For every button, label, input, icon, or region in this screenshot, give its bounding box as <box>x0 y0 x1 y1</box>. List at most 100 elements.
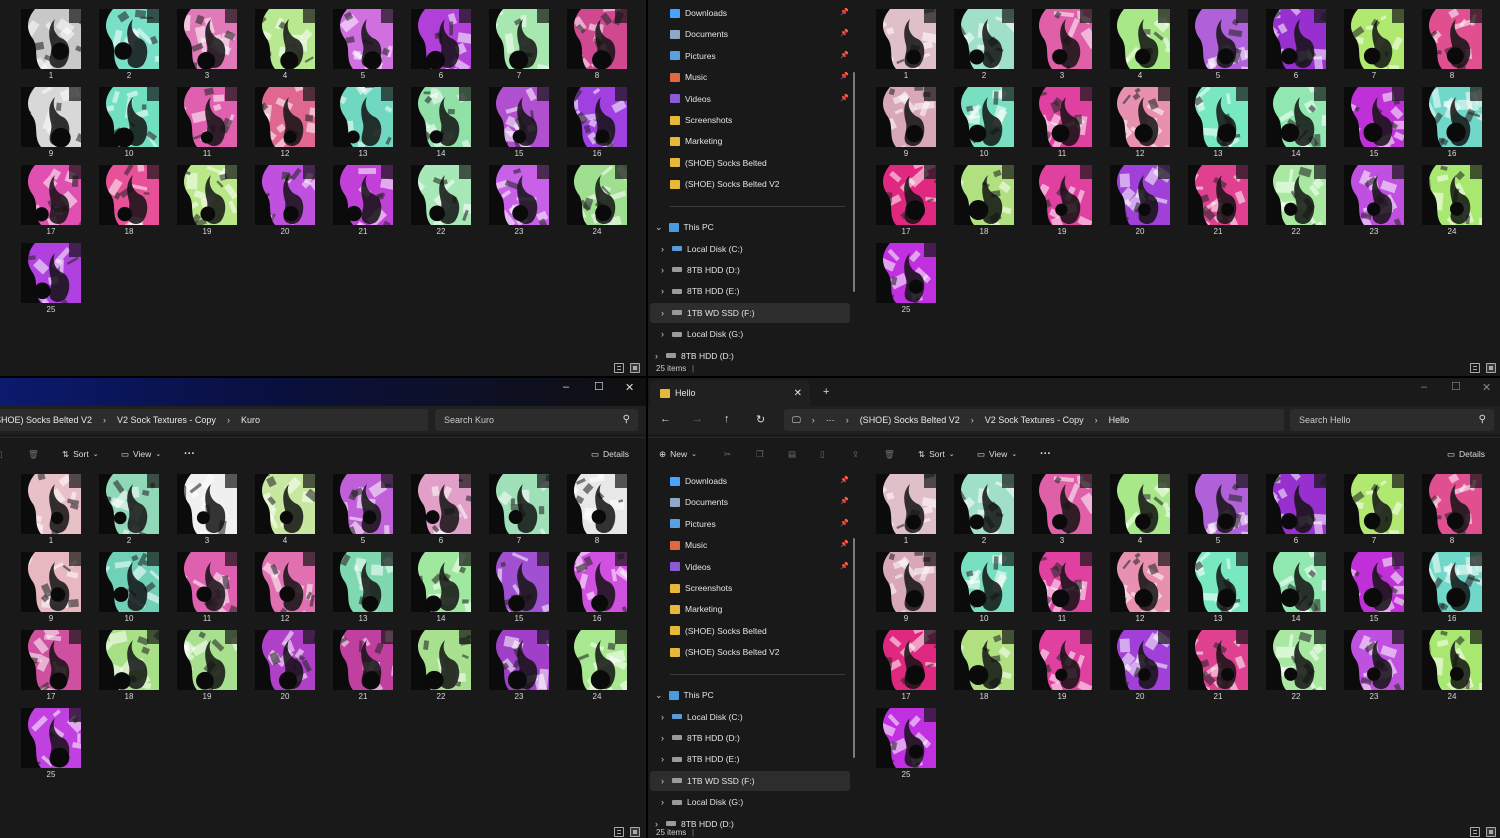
thumbnail-item[interactable]: 25 <box>20 708 82 780</box>
thumbnail-item[interactable]: 19 <box>176 165 238 237</box>
thumbnail-item[interactable]: 17 <box>20 165 82 237</box>
rename-icon[interactable]: ▯ <box>820 438 825 470</box>
thumbnail-item[interactable]: 2 <box>98 9 160 81</box>
thumbnail-item[interactable]: 18 <box>953 165 1015 237</box>
search-input[interactable]: Search Kuro ⚲ <box>435 409 638 431</box>
more-options-button[interactable]: ··· <box>1040 438 1051 470</box>
nav-item-drive[interactable]: › 1TB WD SSD (F:) <box>650 770 850 791</box>
thumbnail-item[interactable]: 13 <box>332 87 394 159</box>
view-button[interactable]: ▭ View ⌄ <box>121 438 161 470</box>
nav-item-screenshots[interactable]: Screenshots <box>650 578 850 598</box>
thumbnail-item[interactable]: 11 <box>1031 87 1093 159</box>
nav-scrollbar[interactable] <box>853 538 855 758</box>
view-button[interactable]: ▭ View ⌄ <box>977 438 1017 470</box>
search-input[interactable]: Search Hello ⚲ <box>1290 409 1494 431</box>
share-icon[interactable]: ⇪ <box>852 438 859 470</box>
nav-item-screenshots[interactable]: Screenshots <box>650 110 850 130</box>
nav-item-shoe-socks-belted-v2[interactable]: (SHOE) Socks Belted V2 <box>650 642 850 662</box>
thumbnail-item[interactable]: 21 <box>1187 165 1249 237</box>
sort-button[interactable]: ⇅ Sort ⌄ <box>62 438 99 470</box>
thumbnail-item[interactable]: 3 <box>1031 9 1093 81</box>
back-button[interactable]: ← <box>660 413 671 425</box>
nav-item-downloads[interactable]: Downloads 📌 <box>650 3 850 23</box>
thumbnail-item[interactable]: 15 <box>488 552 550 624</box>
address-bar[interactable]: 🖵 › ··· › (SHOE) Socks Belted V2 › V2 So… <box>784 409 1284 431</box>
nav-item-this-pc[interactable]: ⌄ This PC <box>650 217 850 237</box>
thumbnail-item[interactable]: 24 <box>1421 165 1483 237</box>
thumbnail-item[interactable]: 12 <box>1109 552 1171 624</box>
thumbnail-item[interactable]: 9 <box>20 552 82 624</box>
tiles-view-button[interactable] <box>1486 827 1496 837</box>
thumbnail-item[interactable]: 15 <box>1343 552 1405 624</box>
thumbnail-item[interactable]: 7 <box>488 474 550 546</box>
breadcrumb-item[interactable]: V2 Sock Textures - Copy <box>985 415 1084 425</box>
close-button[interactable]: ✕ <box>625 381 634 394</box>
thumbnail-item[interactable]: 3 <box>176 9 238 81</box>
thumbnail-item[interactable]: 2 <box>953 9 1015 81</box>
delete-icon[interactable]: 🗑 <box>884 438 895 470</box>
thumbnail-item[interactable]: 12 <box>1109 87 1171 159</box>
delete-icon[interactable]: 🗑 <box>28 438 39 470</box>
thumbnail-item[interactable]: 1 <box>20 474 82 546</box>
details-view-button[interactable] <box>614 363 624 373</box>
thumbnail-item[interactable]: 11 <box>1031 552 1093 624</box>
thumbnail-item[interactable]: 6 <box>1265 474 1327 546</box>
thumbnail-item[interactable]: 1 <box>875 9 937 81</box>
nav-item-pictures[interactable]: Pictures 📌 <box>650 514 850 534</box>
nav-item-music[interactable]: Music 📌 <box>650 67 850 87</box>
tiles-view-button[interactable] <box>630 827 640 837</box>
thumbnail-item[interactable]: 9 <box>20 87 82 159</box>
thumbnail-item[interactable]: 5 <box>1187 9 1249 81</box>
nav-item-drive[interactable]: › 8TB HDD (D:) <box>650 728 850 748</box>
breadcrumb-item[interactable]: (SHOE) Socks Belted V2 <box>860 415 960 425</box>
thumbnail-item[interactable]: 19 <box>176 630 238 702</box>
thumbnail-item[interactable]: 16 <box>566 552 628 624</box>
details-view-button[interactable] <box>1470 827 1480 837</box>
breadcrumb-item[interactable]: (SHOE) Socks Belted V2 <box>0 415 92 425</box>
thumbnail-item[interactable]: 17 <box>20 630 82 702</box>
nav-item-this-pc[interactable]: ⌄ This PC <box>650 685 850 705</box>
address-bar[interactable]: (SHOE) Socks Belted V2 › V2 Sock Texture… <box>0 409 428 431</box>
thumbnail-item[interactable]: 20 <box>254 165 316 237</box>
nav-item-drive[interactable]: › 8TB HDD (E:) <box>650 749 850 769</box>
thumbnail-item[interactable]: 3 <box>1031 474 1093 546</box>
close-button[interactable]: ✕ <box>1482 381 1491 394</box>
thumbnail-item[interactable]: 14 <box>1265 552 1327 624</box>
thumbnail-item[interactable]: 7 <box>488 9 550 81</box>
nav-item-videos[interactable]: Videos 📌 <box>650 89 850 109</box>
thumbnail-item[interactable]: 6 <box>410 474 472 546</box>
thumbnail-item[interactable]: 21 <box>1187 630 1249 702</box>
thumbnail-item[interactable]: 15 <box>488 87 550 159</box>
up-button[interactable]: ↑ <box>724 413 730 425</box>
nav-item-shoe-socks-belted-v2[interactable]: (SHOE) Socks Belted V2 <box>650 174 850 194</box>
nav-item-drive[interactable]: › Local Disk (G:) <box>650 792 850 812</box>
nav-scrollbar[interactable] <box>853 72 855 292</box>
close-tab-icon[interactable]: ✕ <box>794 388 802 399</box>
new-button[interactable]: ⊕ New ⌄ <box>659 438 697 470</box>
breadcrumb-item[interactable]: Hello <box>1109 415 1130 425</box>
thumbnail-item[interactable]: 15 <box>1343 87 1405 159</box>
nav-item-downloads[interactable]: Downloads 📌 <box>650 471 850 491</box>
thumbnail-item[interactable]: 9 <box>875 87 937 159</box>
thumbnail-item[interactable]: 22 <box>1265 165 1327 237</box>
nav-item-drive[interactable]: › 8TB HDD (D:) <box>650 346 850 366</box>
thumbnail-item[interactable]: 3 <box>176 474 238 546</box>
sort-button[interactable]: ⇅ Sort ⌄ <box>918 438 955 470</box>
thumbnail-item[interactable]: 13 <box>332 552 394 624</box>
thumbnail-item[interactable]: 5 <box>332 474 394 546</box>
thumbnail-item[interactable]: 14 <box>1265 87 1327 159</box>
thumbnail-item[interactable]: 23 <box>1343 165 1405 237</box>
thumbnail-item[interactable]: 20 <box>1109 165 1171 237</box>
thumbnail-item[interactable]: 8 <box>1421 474 1483 546</box>
thumbnail-item[interactable]: 20 <box>254 630 316 702</box>
thumbnail-item[interactable]: 24 <box>1421 630 1483 702</box>
thumbnail-item[interactable]: 10 <box>953 552 1015 624</box>
thumbnail-item[interactable]: 17 <box>875 165 937 237</box>
thumbnail-item[interactable]: 11 <box>176 552 238 624</box>
thumbnail-item[interactable]: 16 <box>566 87 628 159</box>
nav-item-shoe-socks-belted[interactable]: (SHOE) Socks Belted <box>650 621 850 641</box>
thumbnail-item[interactable]: 1 <box>20 9 82 81</box>
paste-icon[interactable]: ▤ <box>788 438 796 470</box>
minimize-button[interactable]: – <box>563 381 569 393</box>
thumbnail-item[interactable]: 22 <box>1265 630 1327 702</box>
